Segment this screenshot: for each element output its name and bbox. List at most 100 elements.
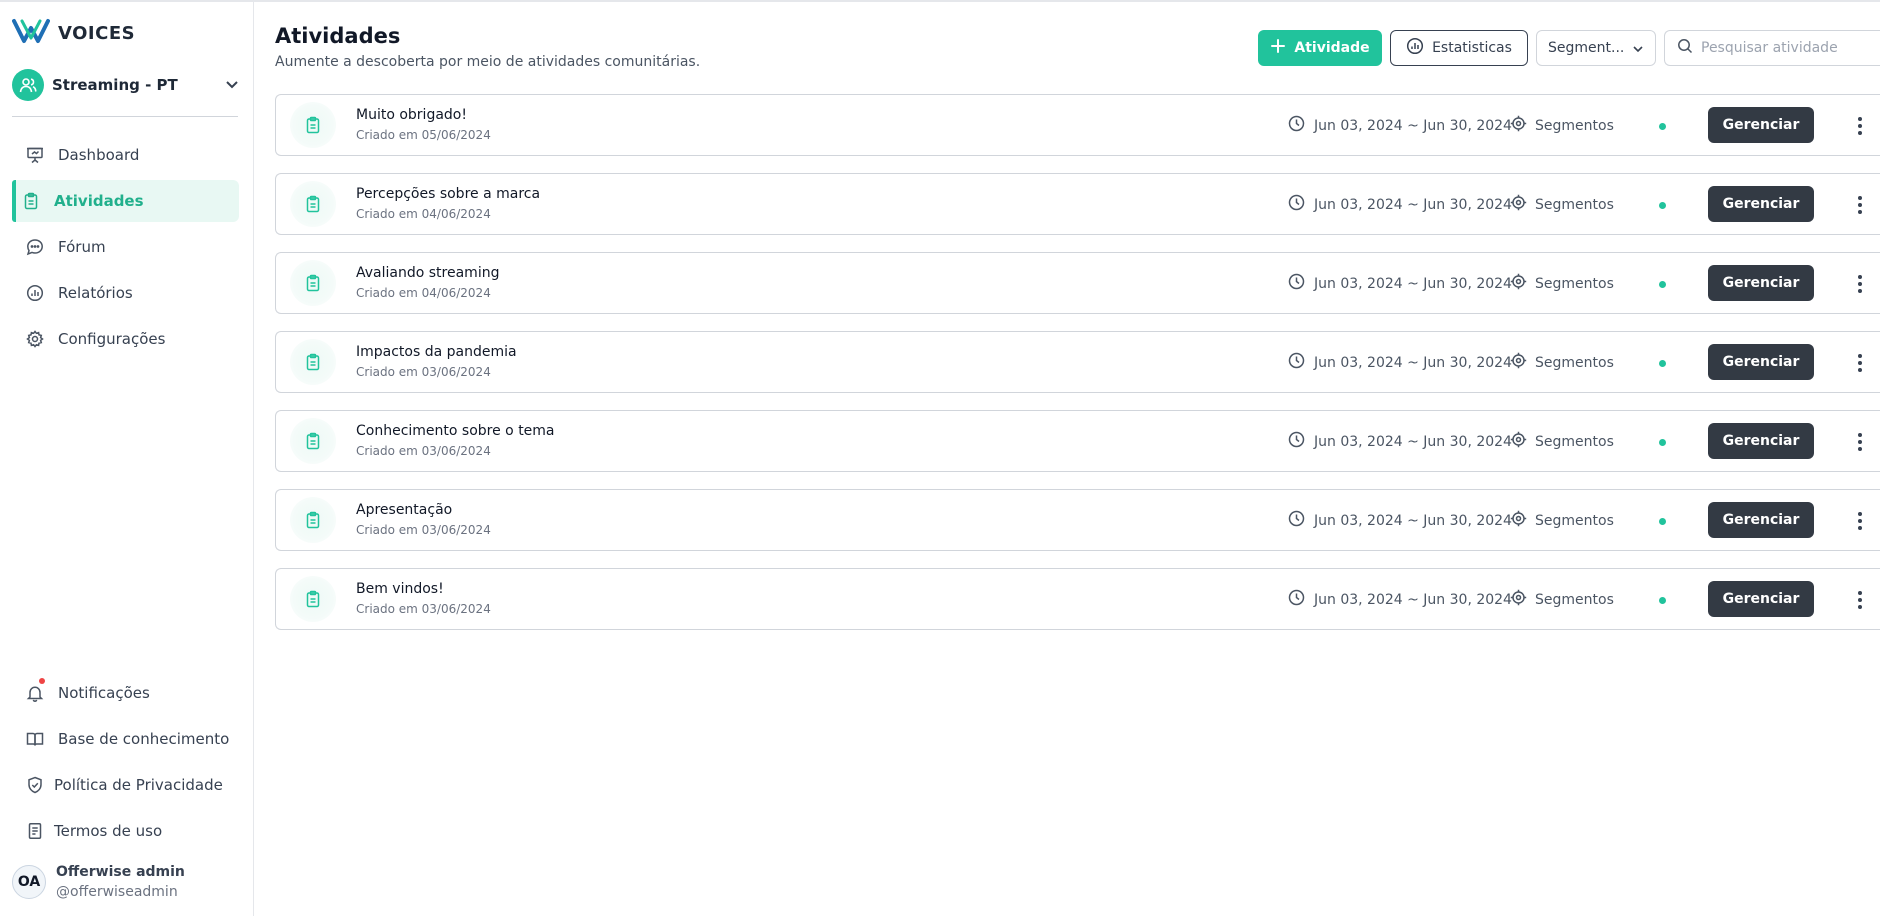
manage-button[interactable]: Gerenciar — [1708, 265, 1814, 301]
main-content: Atividades Aumente a descoberta por meio… — [255, 2, 1880, 916]
add-activity-label: Atividade — [1294, 40, 1370, 56]
book-icon — [26, 730, 44, 748]
more-options-icon[interactable] — [1850, 271, 1870, 297]
chevron-down-icon[interactable] — [224, 76, 240, 96]
sidebar-bottom-nav: Notificações Base de conhecimento Políti… — [12, 672, 239, 856]
clipboard-icon — [290, 102, 336, 148]
search-icon — [1677, 38, 1693, 58]
manage-button[interactable]: Gerenciar — [1708, 423, 1814, 459]
more-options-icon[interactable] — [1850, 429, 1870, 455]
activity-segments[interactable]: Segmentos — [1510, 273, 1614, 294]
segment-select[interactable]: Segment... — [1536, 30, 1656, 66]
activity-period-text: Jun 03, 2024 ~ Jun 30, 2024 — [1314, 591, 1512, 608]
clock-icon — [1288, 510, 1305, 531]
activity-period: Jun 03, 2024 ~ Jun 30, 2024 — [1288, 431, 1512, 452]
more-options-icon[interactable] — [1850, 508, 1870, 534]
activity-title: Conhecimento sobre o tema — [356, 423, 555, 439]
sidebar-item-configuracoes[interactable]: Configurações — [12, 318, 239, 360]
user-profile[interactable]: OA Offerwise admin @offerwiseadmin — [12, 864, 185, 900]
activity-segments-label: Segmentos — [1535, 591, 1614, 608]
activity-segments-label: Segmentos — [1535, 196, 1614, 213]
add-activity-button[interactable]: Atividade — [1258, 30, 1382, 66]
status-dot — [1659, 202, 1666, 209]
manage-button[interactable]: Gerenciar — [1708, 107, 1814, 143]
manage-button[interactable]: Gerenciar — [1708, 581, 1814, 617]
activity-segments-label: Segmentos — [1535, 354, 1614, 371]
activity-period: Jun 03, 2024 ~ Jun 30, 2024 — [1288, 352, 1512, 373]
sidebar-item-label: Dashboard — [58, 146, 140, 164]
activity-title: Bem vindos! — [356, 581, 444, 597]
manage-button[interactable]: Gerenciar — [1708, 502, 1814, 538]
activity-created-date: Criado em 03/06/2024 — [356, 602, 491, 616]
manage-button[interactable]: Gerenciar — [1708, 344, 1814, 380]
activity-row[interactable]: Percepções sobre a marca Criado em 04/06… — [275, 173, 1880, 235]
statistics-button[interactable]: Estatisticas — [1390, 30, 1528, 66]
sidebar-item-base-conhecimento[interactable]: Base de conhecimento — [12, 718, 239, 760]
chevron-down-icon — [1631, 42, 1645, 60]
activity-row[interactable]: Bem vindos! Criado em 03/06/2024 Jun 03,… — [275, 568, 1880, 630]
sidebar-item-forum[interactable]: Fórum — [12, 226, 239, 268]
clock-icon — [1288, 194, 1305, 215]
app-logo[interactable]: VOICES — [12, 18, 135, 48]
sidebar-item-dashboard[interactable]: Dashboard — [12, 134, 239, 176]
presentation-icon — [26, 146, 44, 164]
clipboard-icon — [22, 192, 40, 210]
activity-period: Jun 03, 2024 ~ Jun 30, 2024 — [1288, 510, 1512, 531]
page-title: Atividades — [275, 24, 401, 48]
workspace-switcher[interactable]: Streaming - PT — [12, 68, 240, 102]
clipboard-icon — [290, 339, 336, 385]
activity-created-date: Criado em 04/06/2024 — [356, 286, 491, 300]
sidebar-item-notificacoes[interactable]: Notificações — [12, 672, 239, 714]
segment-select-value: Segment... — [1548, 40, 1625, 56]
activity-segments[interactable]: Segmentos — [1510, 510, 1614, 531]
activity-row[interactable]: Apresentação Criado em 03/06/2024 Jun 03… — [275, 489, 1880, 551]
clipboard-icon — [290, 181, 336, 227]
activity-period: Jun 03, 2024 ~ Jun 30, 2024 — [1288, 115, 1512, 136]
page-subtitle: Aumente a descoberta por meio de ativida… — [275, 54, 701, 70]
more-options-icon[interactable] — [1850, 587, 1870, 613]
sidebar-item-relatorios[interactable]: Relatórios — [12, 272, 239, 314]
activity-segments[interactable]: Segmentos — [1510, 115, 1614, 136]
search-input[interactable] — [1701, 40, 1880, 56]
more-options-icon[interactable] — [1850, 113, 1870, 139]
activity-segments-label: Segmentos — [1535, 117, 1614, 134]
sidebar-item-atividades[interactable]: Atividades — [12, 180, 239, 222]
activity-segments[interactable]: Segmentos — [1510, 194, 1614, 215]
activity-segments[interactable]: Segmentos — [1510, 431, 1614, 452]
chart-circle-icon — [1406, 37, 1424, 59]
document-icon — [26, 822, 44, 840]
sidebar-item-label: Política de Privacidade — [54, 776, 223, 794]
more-options-icon[interactable] — [1850, 192, 1870, 218]
sidebar-item-privacidade[interactable]: Política de Privacidade — [12, 764, 239, 806]
target-icon — [1510, 352, 1527, 373]
activity-period: Jun 03, 2024 ~ Jun 30, 2024 — [1288, 194, 1512, 215]
activity-title: Apresentação — [356, 502, 453, 518]
activity-row[interactable]: Impactos da pandemia Criado em 03/06/202… — [275, 331, 1880, 393]
activity-period-text: Jun 03, 2024 ~ Jun 30, 2024 — [1314, 275, 1512, 292]
activity-segments[interactable]: Segmentos — [1510, 352, 1614, 373]
activity-title: Avaliando streaming — [356, 265, 500, 281]
users-icon — [12, 69, 44, 101]
clock-icon — [1288, 352, 1305, 373]
activity-row[interactable]: Avaliando streaming Criado em 04/06/2024… — [275, 252, 1880, 314]
activity-title: Impactos da pandemia — [356, 344, 517, 360]
activity-period: Jun 03, 2024 ~ Jun 30, 2024 — [1288, 273, 1512, 294]
activity-created-date: Criado em 04/06/2024 — [356, 207, 491, 221]
activity-row[interactable]: Muito obrigado! Criado em 05/06/2024 Jun… — [275, 94, 1880, 156]
more-options-icon[interactable] — [1850, 350, 1870, 376]
sidebar-item-label: Termos de uso — [54, 822, 163, 840]
bell-icon — [26, 684, 44, 702]
activity-segments[interactable]: Segmentos — [1510, 589, 1614, 610]
manage-button[interactable]: Gerenciar — [1708, 186, 1814, 222]
voices-logo-icon — [12, 18, 50, 48]
activity-segments-label: Segmentos — [1535, 512, 1614, 529]
clock-icon — [1288, 589, 1305, 610]
status-dot — [1659, 123, 1666, 130]
sidebar-item-termos[interactable]: Termos de uso — [12, 810, 239, 852]
sidebar: VOICES Streaming - PT Dashboard Atividad… — [0, 2, 254, 916]
activity-segments-label: Segmentos — [1535, 275, 1614, 292]
activity-created-date: Criado em 03/06/2024 — [356, 523, 491, 537]
activity-row[interactable]: Conhecimento sobre o tema Criado em 03/0… — [275, 410, 1880, 472]
search-field[interactable] — [1664, 30, 1880, 66]
sidebar-item-label: Fórum — [58, 238, 106, 256]
